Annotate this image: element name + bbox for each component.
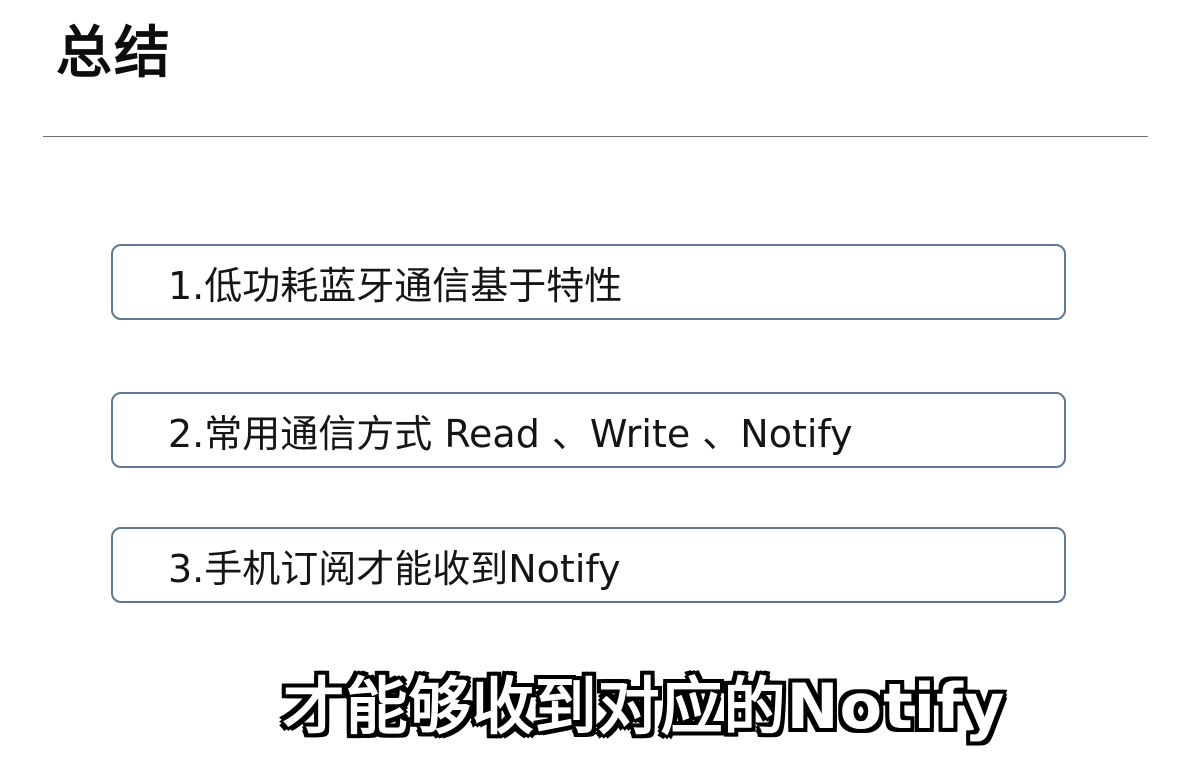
summary-item-3: 3.手机订阅才能收到Notify [111,527,1066,603]
video-subtitle: 才能够收到对应的Notify [282,670,1006,743]
summary-list: 1.低功耗蓝牙通信基于特性 2.常用通信方式 Read 、Write 、Noti… [111,244,1070,606]
summary-item-1: 1.低功耗蓝牙通信基于特性 [111,244,1066,320]
title-divider [43,136,1148,137]
summary-item-2: 2.常用通信方式 Read 、Write 、Notify [111,392,1066,468]
slide-title: 总结 [56,21,172,86]
